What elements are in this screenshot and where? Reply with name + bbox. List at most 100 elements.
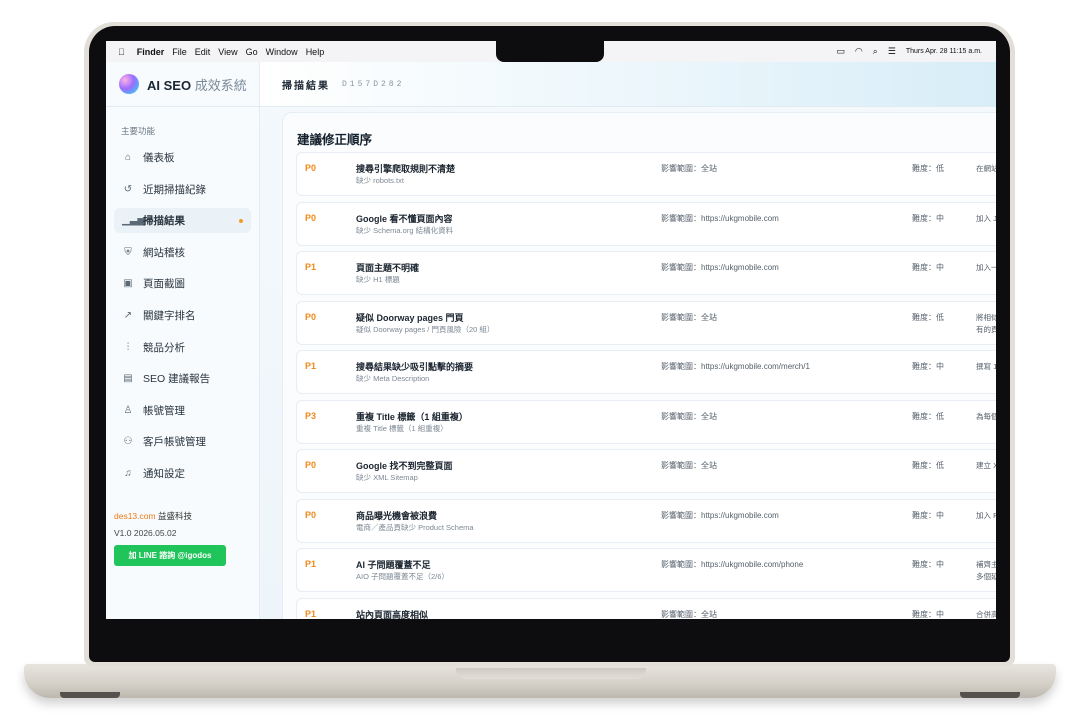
users-icon: ⚇ [123,436,133,448]
priority-badge: P3 [305,410,317,421]
menu-window[interactable]: Window [266,47,298,57]
difficulty: 難度：中 [912,560,944,569]
menu-go[interactable]: Go [246,47,258,57]
laptop-foot [60,692,120,698]
company-name: 益盛科技 [157,511,192,521]
difficulty: 難度：中 [912,362,944,371]
difficulty: 難度：低 [912,411,944,421]
home-icon: ⌂ [124,152,132,163]
issue-subtitle: AIO 子問題覆蓋不足（2/6） [356,572,449,581]
sidebar-item-keyword-ranking[interactable]: ↗ 關鍵字排名 [114,303,251,328]
issue-title: AI 子問題覆蓋不足 [356,560,431,570]
brand-name: AI SEO 成效系統 [147,75,247,94]
issue-title: 疑似 Doorway pages 門頁 [356,312,464,323]
sidebar: AI SEO 成效系統 主要功能 ⌂ 儀表板 ↺ 近期掃描紀錄 ▁▃▅ 掃描結果 [106,62,260,619]
sidebar-item-label: 近期掃描紀錄 [143,183,206,196]
impact-scope: 影響範圍：https://ukgmobile.com/phone [661,560,804,569]
impact-scope: 影響範圍：全站 [661,609,717,619]
issue-subtitle: 疑似 Doorway pages / 門頁風險（20 組） [356,324,495,334]
issue-title: Google 找不到完整頁面 [356,461,453,471]
difficulty: 難度：中 [912,263,944,272]
sidebar-item-label: 帳號管理 [143,404,185,417]
suggested-action: 將相似有的頁 [976,312,996,334]
trend-icon: ↗ [123,309,133,321]
recommendation-row[interactable]: P1 搜尋結果缺少吸引點擊的摘要 缺少 Meta Description 影響範圍：h… [296,350,996,394]
document-icon: ▤ [123,373,133,385]
recommendation-row[interactable]: P0 Google 看不懂頁面內容 缺少 Schema.org 結構化資料 影響範圍：… [296,201,996,246]
priority-badge: P1 [305,262,317,272]
brand-logo [119,74,139,94]
bar-chart-icon: ▁▃▅ [122,215,146,227]
recommendation-row[interactable]: P1 站內頁面高度相似 影響範圍：全站 難度：中 合併高 [296,597,996,619]
sidebar-item-dashboard[interactable]: ⌂ 儀表板 [114,145,251,170]
impact-scope: 影響範圍：全站 [661,411,717,421]
sidebar-item-label: 通知設定 [143,467,185,480]
sidebar-item-screenshots[interactable]: ▣ 頁面截圖 [114,271,251,296]
sidebar-item-label: SEO 建議報告 [143,373,211,386]
search-icon[interactable]: ⌕ [873,46,878,57]
sidebar-item-recent-scans[interactable]: ↺ 近期掃描紀錄 [114,177,251,202]
version-number: V1.0 [114,528,132,538]
company-domain-link[interactable]: des13.com [114,511,156,521]
impact-scope: 影響範圍：全站 [661,461,717,470]
issue-subtitle: 缺少 H1 標題 [356,275,400,284]
impact-scope: 影響範圍：https://ukgmobile.com [661,510,779,520]
recommendation-row[interactable]: P0 疑似 Doorway pages 門頁 疑似 Doorway pages / … [296,300,996,345]
menu-view[interactable]: View [218,47,237,57]
issue-subtitle: 缺少 robots.txt [356,176,404,185]
sidebar-item-label: 頁面截圖 [143,278,185,291]
recommendation-row[interactable]: P0 Google 找不到完整頁面 缺少 XML Sitemap 影響範圍：全站 難度：… [296,449,996,493]
active-indicator-dot [239,219,243,224]
bars-icon: ⫶ [126,341,130,353]
image-icon: ▣ [123,278,133,290]
laptop-base-notch [456,668,646,679]
line-contact-label: 加 LINE 諮詢 @igodos [128,551,212,560]
laptop-screen:  Finder File Edit View Go Window Help ▭… [106,41,996,619]
sidebar-item-account-management[interactable]: ♙ 帳號管理 [114,398,251,423]
sidebar-item-client-accounts[interactable]: ⚇ 客戶帳號管理 [114,429,251,454]
menu-edit[interactable]: Edit [195,47,211,57]
priority-badge: P1 [305,361,317,371]
issue-subtitle: 重複 Title 標籤（1 組重複） [356,423,448,433]
suggested-action: 補齊主多個延 [976,560,996,581]
recommendation-row[interactable]: P0 搜尋引擎爬取規則不清楚缺少 robots.txt 影響範圍：全站 難度：低 在網站 [296,152,996,196]
difficulty: 難度：低 [912,164,944,173]
wifi-icon[interactable]: ◠ [855,46,863,57]
menu-help[interactable]: Help [306,47,325,57]
suggested-action: 加入 J [976,213,996,223]
brand[interactable]: AI SEO 成效系統 [106,62,259,107]
battery-icon[interactable]: ▭ [836,46,845,57]
recommendation-row[interactable]: P0 商品曝光機會被浪費 電商／產品頁缺少 Product Schema 影響範圍：h… [296,498,996,543]
recommendation-row[interactable]: P1 AI 子問題覆蓋不足 AIO 子問題覆蓋不足（2/6） 影響範圍：https:/… [296,548,996,592]
recommendation-row[interactable]: P3 重複 Title 標籤（1 組重複） 重複 Title 標籤（1 組重複） 影響… [296,399,996,444]
sidebar-item-label: 掃描結果 [143,215,185,228]
issue-subtitle: 缺少 XML Sitemap [356,473,418,482]
sidebar-item-notifications[interactable]: ♫ 通知設定 [114,461,251,486]
apple-logo-icon[interactable]:  [118,47,125,57]
sidebar-item-seo-report[interactable]: ▤ SEO 建議報告 [114,366,251,391]
menu-file[interactable]: File [172,47,187,57]
line-contact-button[interactable]: 加 LINE 諮詢 @igodos [114,545,226,566]
issue-title: 搜尋結果缺少吸引點擊的摘要 [356,362,474,372]
difficulty: 難度：低 [912,312,944,322]
issue-subtitle: 電商／產品頁缺少 Product Schema [356,522,474,532]
bell-icon: ♫ [124,467,132,479]
sidebar-item-scan-results[interactable]: ▁▃▅ 掃描結果 [114,208,251,234]
menubar-datetime[interactable]: Thurs Apr. 28 11:15 a.m. [906,48,982,55]
priority-badge: P0 [305,163,317,173]
priority-badge: P1 [305,608,317,619]
menu-finder[interactable]: Finder [137,47,165,57]
sidebar-item-label: 關鍵字排名 [143,309,196,322]
sidebar-item-site-audit[interactable]: ⛨ 網站稽核 [114,240,251,265]
impact-scope: 影響範圍：全站 [661,164,717,173]
impact-scope: 影響範圍：https://ukgmobile.com/merch/1 [661,362,810,371]
app-window: AI SEO 成效系統 主要功能 ⌂ 儀表板 ↺ 近期掃描紀錄 ▁▃▅ 掃描結果 [106,62,996,619]
suggested-action: 建立 X [976,461,996,470]
sidebar-item-competitor-analysis[interactable]: ⫶ 競品分析 [114,335,251,360]
difficulty: 難度：中 [912,213,944,223]
control-center-icon[interactable]: ☰ [888,46,896,57]
recommendation-row[interactable]: P1 頁面主題不明確 缺少 H1 標題 影響範圍：https://ukgmobile.… [296,251,996,295]
issue-title: 商品曝光機會被浪費 [356,510,438,521]
version-info: V1.0 2026.05.02 [114,528,226,538]
sidebar-item-label: 網站稽核 [143,246,185,259]
